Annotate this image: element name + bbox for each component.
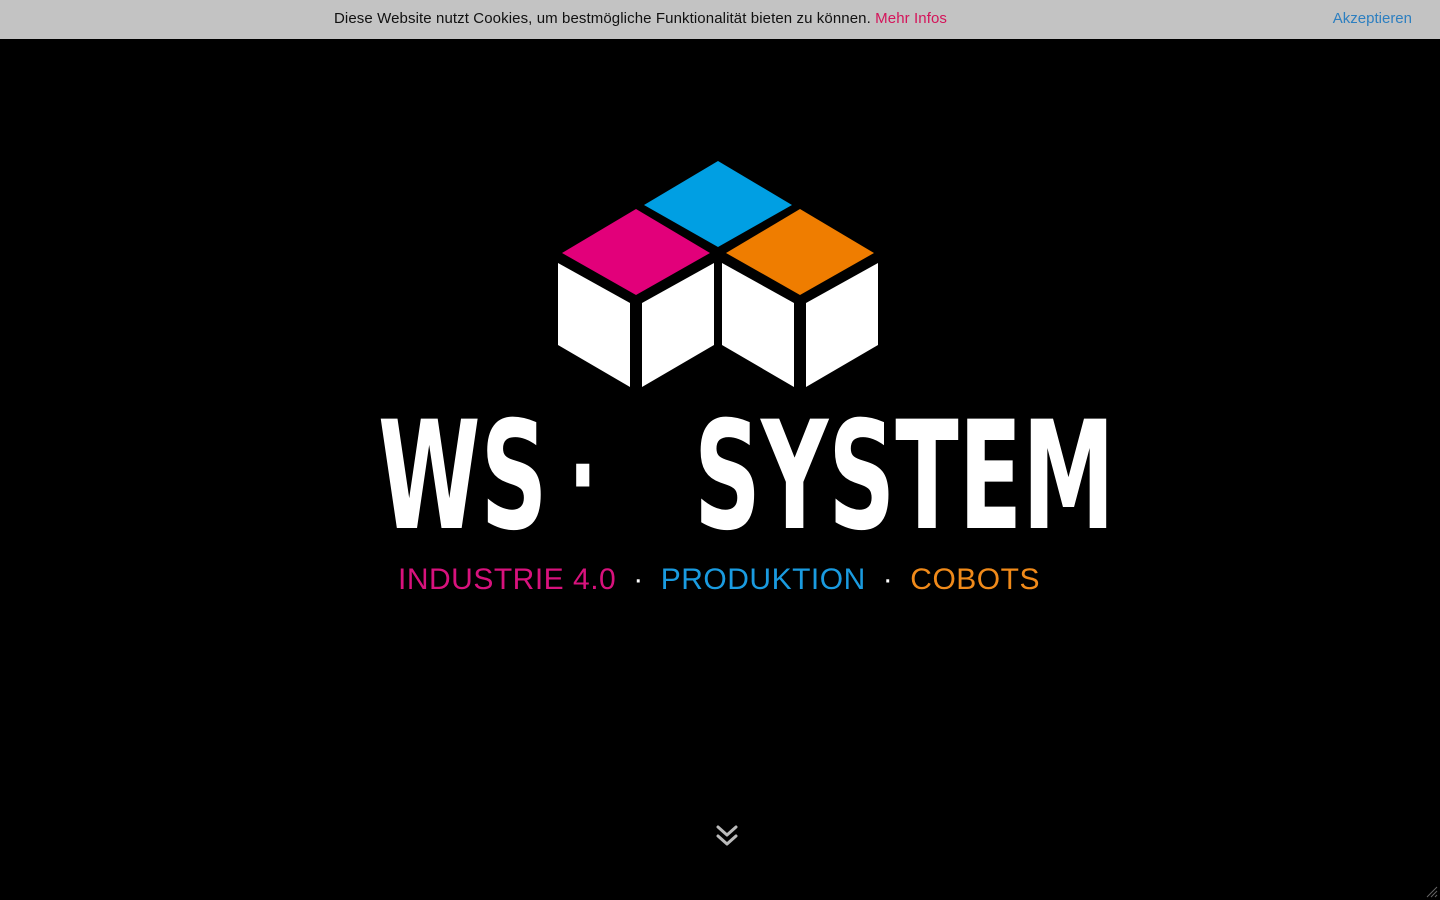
wordmark-system: SYSTEM	[694, 390, 1115, 564]
brand-tagline: INDUSTRIE 4.0 · PRODUKTION · COBOTS	[398, 560, 1040, 600]
brand-wordmark: WS · SYSTEM	[378, 397, 1115, 557]
more-info-link[interactable]: Mehr Infos	[875, 10, 947, 27]
resize-grip-icon[interactable]	[1426, 886, 1438, 898]
cookie-consent-bar: Diese Website nutzt Cookies, um bestmögl…	[0, 0, 1440, 39]
cookie-message: Diese Website nutzt Cookies, um bestmögl…	[334, 10, 947, 27]
tagline-separator-1: ·	[633, 563, 644, 596]
hero-section: WS · SYSTEM INDUSTRIE 4.0 · PRODUKTION ·…	[0, 39, 1440, 900]
double-chevron-down-icon[interactable]	[713, 822, 741, 850]
accept-cookies-button[interactable]: Akzeptieren	[1333, 10, 1412, 27]
tagline-produktion: PRODUKTION	[660, 563, 866, 596]
stacked-cubes-logo-icon	[558, 161, 878, 387]
tagline-separator-2: ·	[882, 563, 894, 596]
tagline-industrie: INDUSTRIE 4.0	[398, 563, 617, 596]
wordmark-ws: WS	[377, 390, 548, 564]
wordmark-separator: ·	[568, 407, 597, 546]
cookie-message-text: Diese Website nutzt Cookies, um bestmögl…	[334, 10, 871, 27]
tagline-cobots: COBOTS	[910, 563, 1040, 596]
